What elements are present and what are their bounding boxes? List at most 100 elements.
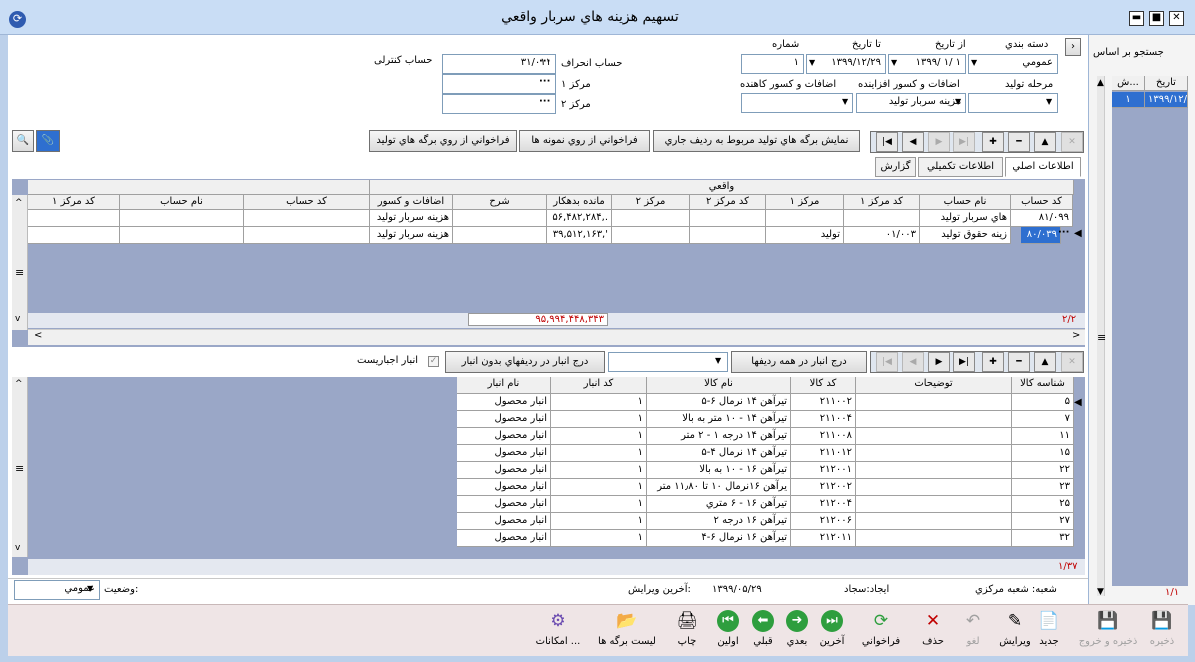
scroll-down-icon[interactable]: v (15, 314, 20, 324)
grid2-cell[interactable]: ۲۱۱۰۱۲ (791, 445, 856, 462)
chevron-down-icon[interactable]: ▼ (87, 584, 93, 593)
scroll-grip-icon[interactable]: ≡ (15, 266, 24, 279)
close-button[interactable]: ✕ (1169, 11, 1184, 26)
last-record-icon[interactable]: ▶| (953, 132, 975, 152)
grid2-cell[interactable]: انبار محصول (457, 530, 551, 547)
grid2-cell[interactable]: ۲۷ (1012, 513, 1074, 530)
grid2-cell[interactable]: تیرآهن ۱۴ - ۱۰ متر به بالا (647, 411, 791, 428)
lookup-ellipsis-icon[interactable]: ··· (1058, 227, 1069, 238)
side-row-number[interactable]: ۱ (1112, 92, 1145, 108)
first-button[interactable]: ⏮ اولین (712, 608, 744, 647)
grid2-cell[interactable]: انبار محصول (457, 411, 551, 428)
grid2-cell[interactable]: ۵ (1012, 394, 1074, 411)
add-row-icon[interactable]: ✚ (982, 132, 1004, 152)
next-record-icon[interactable]: ▶ (928, 352, 950, 372)
cancel-edit-icon[interactable]: ✕ (1061, 132, 1083, 152)
grid1-scrollbar[interactable] (12, 195, 28, 330)
grid2-column-header[interactable]: توضیحات (856, 377, 1012, 394)
grid2-cell[interactable]: تیرآهن ۱۴ نرمال ۴-۵ (647, 445, 791, 462)
grid2-cell[interactable]: انبار محصول (457, 428, 551, 445)
production-stage-select[interactable] (968, 93, 1058, 113)
grid1-cell[interactable]: ۸۱/۰۹۹ (1011, 210, 1073, 227)
grid1-cell[interactable]: ۸۰/۰۳۹ (1021, 227, 1061, 244)
grid2-cell[interactable]: ۱ (551, 479, 647, 496)
grid1-column-header[interactable]: مرکز ۱ (766, 195, 844, 210)
grid1-cell[interactable] (244, 210, 370, 227)
show-production-sheets-button[interactable]: نمایش برگه هاي تولید مربوط به ردیف جاري (653, 130, 860, 152)
print-button[interactable]: 🖨 چاپ (674, 608, 700, 647)
grid2-cell[interactable]: یرآهن ۱۶نرمال ۱۰ تا ۱۱٫۸۰ متر (647, 479, 791, 496)
grid1-column-header[interactable]: مانده بدهکار (547, 195, 612, 210)
zoom-icon[interactable]: 🔍 (12, 130, 34, 152)
grid1-cell[interactable] (690, 227, 766, 244)
recall-from-samples-button[interactable]: فراخواني از روي نمونه ها (519, 130, 650, 152)
grid1-cell[interactable] (612, 227, 690, 244)
to-date-input[interactable]: ۱۳۹۹/۱۲/۲۹ (806, 54, 886, 74)
grid1-cell[interactable]: زینه حقوق تولید (920, 227, 1011, 244)
grid1-column-header[interactable]: مرکز ۲ (612, 195, 690, 210)
tab-main-info[interactable]: اطلاعات اصلي (1005, 157, 1081, 177)
prev-record-icon[interactable]: ◀ (902, 352, 924, 372)
save-exit-button[interactable]: 💾 ذخیره و خروج (1076, 608, 1140, 647)
delete-button[interactable]: ✕ حذف (918, 608, 948, 647)
grid1-cell[interactable]: هاي سربار تولید (920, 210, 1011, 227)
grid2-cell[interactable]: ۱ (551, 445, 647, 462)
grid1-cell[interactable] (244, 227, 370, 244)
delete-row-icon[interactable]: ━ (1008, 132, 1030, 152)
grid2-cell[interactable]: ۲۱۱۰۰۸ (791, 428, 856, 445)
recall-button[interactable]: ⟳ فراخواني (857, 608, 905, 647)
first-record-icon[interactable]: |◀ (876, 132, 898, 152)
attachment-icon[interactable]: 📎 (36, 130, 60, 152)
grid1-column-header[interactable]: کد مرکز ۱ (28, 195, 120, 210)
grid2-cell[interactable] (856, 462, 1012, 479)
grid2-cell[interactable]: ۱ (551, 496, 647, 513)
side-col-date[interactable]: تاریخ (1145, 76, 1188, 91)
grid2-cell[interactable]: ۲۳ (1012, 479, 1074, 496)
insert-warehouse-all-button[interactable]: درج انبار در همه ردیفها (731, 351, 867, 373)
grid1-cell[interactable] (690, 210, 766, 227)
grid2-cell[interactable]: ۱ (551, 513, 647, 530)
grid2-cell[interactable]: تیرآهن ۱۶ درجه ۲ (647, 513, 791, 530)
grid1-cell[interactable]: تولید (766, 227, 844, 244)
last-button[interactable]: ⏭ آخرین (816, 608, 848, 647)
grid1-cell[interactable] (453, 227, 547, 244)
grid2-cell[interactable]: ۱۱ (1012, 428, 1074, 445)
grid1-hscrollbar[interactable] (28, 329, 1085, 345)
grid1-column-header[interactable]: شرح (453, 195, 547, 210)
grid2-cell[interactable]: تیرآهن ۱۴ درجه ۱ - ۲ متر (647, 428, 791, 445)
grid2-cell[interactable]: انبار محصول (457, 462, 551, 479)
calendar-dropdown-icon[interactable]: ▼ (891, 58, 897, 67)
chevron-down-icon[interactable]: ▼ (715, 356, 721, 365)
grid2-cell[interactable]: تیرآهن ۱۴ نرمال ۶-۵ (647, 394, 791, 411)
calendar-dropdown-icon[interactable]: ▼ (809, 58, 815, 67)
grid2-cell[interactable]: ۲۱۲۰۰۲ (791, 479, 856, 496)
features-button[interactable]: ⚙ امکانات ... (530, 608, 586, 647)
grid1-cell[interactable] (28, 227, 120, 244)
grid2-cell[interactable]: ۲۱۲۰۰۶ (791, 513, 856, 530)
maximize-button[interactable]: ■ (1149, 11, 1164, 26)
next-record-icon[interactable]: ▶ (928, 132, 950, 152)
grid2-cell[interactable]: ۲۵ (1012, 496, 1074, 513)
grid2-cell[interactable]: انبار محصول (457, 479, 551, 496)
first-record-icon[interactable]: |◀ (876, 352, 898, 372)
grid1-cell[interactable]: ۰۱/۰۰۳ (844, 227, 920, 244)
insert-warehouse-empty-button[interactable]: درج انبار در ردیفهاي بدون انبار (445, 351, 605, 373)
cancel-edit-icon[interactable]: ✕ (1061, 352, 1083, 372)
grid1-cell[interactable]: ۵۶,۴۸۲,۲۸۴,. (547, 210, 612, 227)
side-col-number[interactable]: ش... (1112, 76, 1145, 91)
delete-row-icon[interactable]: ━ (1008, 352, 1030, 372)
decrease-adjustments-select[interactable] (741, 93, 853, 113)
grid2-cell[interactable]: ۱ (551, 411, 647, 428)
side-row-date[interactable]: ۱۳۹۹/۱۲/۲ (1145, 92, 1188, 108)
grid1-cell[interactable]: هزینه سربار تولید (370, 210, 453, 227)
from-date-input[interactable]: ۱۳۹۹/ ۱/ ۱ (888, 54, 966, 74)
new-button[interactable]: 📄 جدید (1034, 608, 1064, 647)
grid2-cell[interactable]: ۱ (551, 428, 647, 445)
grid1-column-header[interactable]: کد مرکز ۱ (844, 195, 920, 210)
grid2-cell[interactable] (856, 394, 1012, 411)
grid2-cell[interactable]: ۱۵ (1012, 445, 1074, 462)
grid1-column-header[interactable]: کد حساب (244, 195, 370, 210)
scroll-grip-icon[interactable]: ≡ (15, 462, 24, 475)
grid1-cell[interactable] (120, 227, 244, 244)
grid2-cell[interactable]: ۱ (551, 394, 647, 411)
